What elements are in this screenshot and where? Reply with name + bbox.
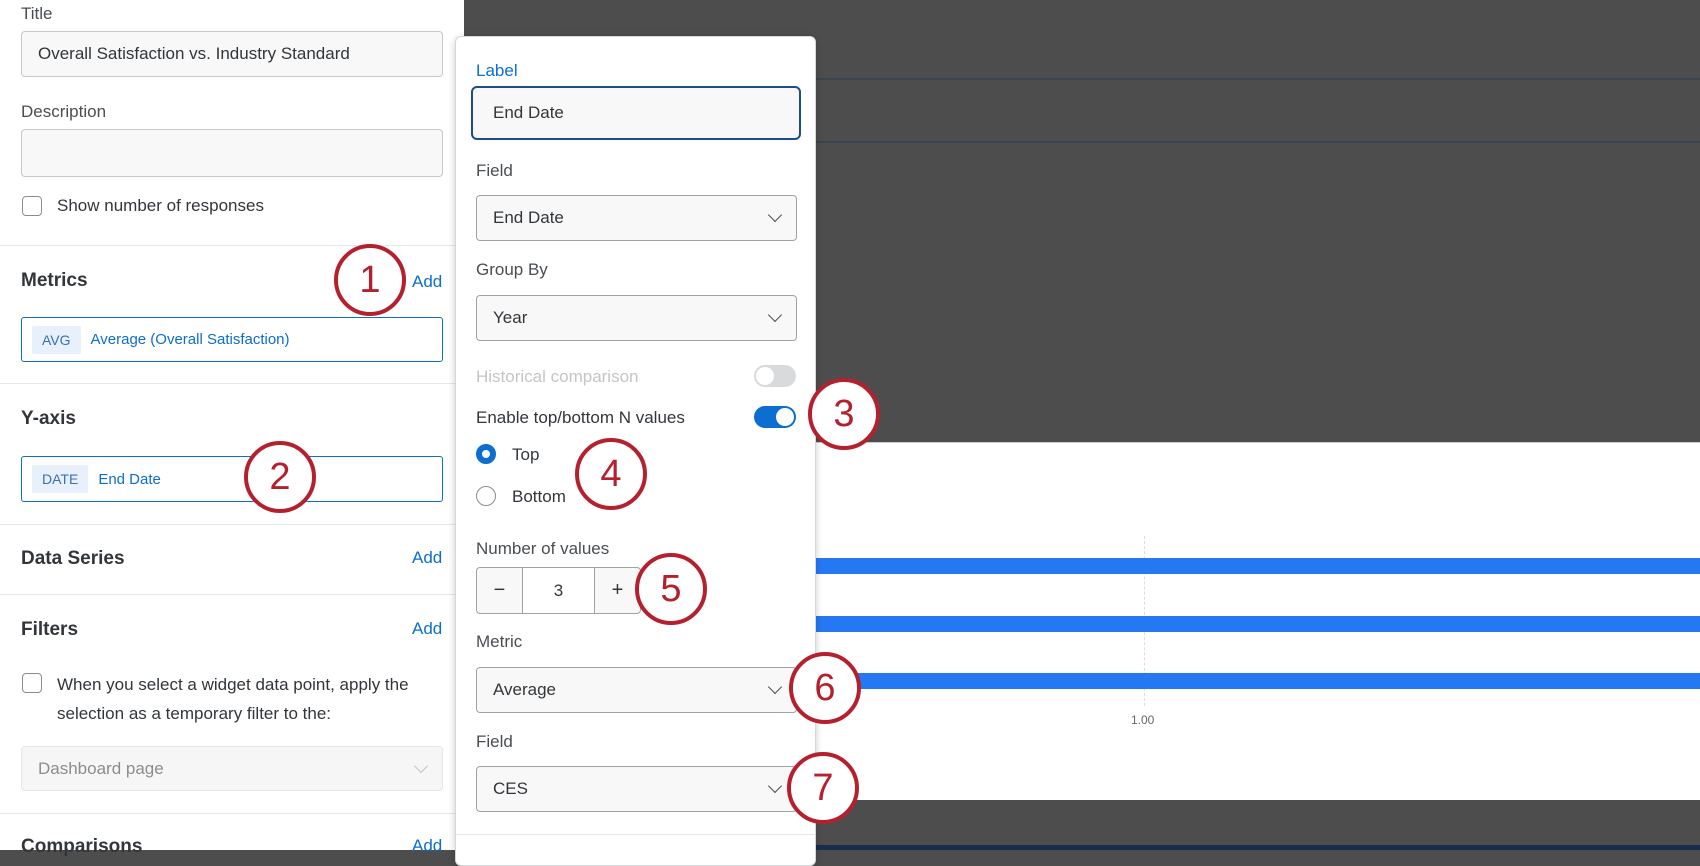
topn-toggle[interactable] (754, 406, 796, 428)
groupby-select[interactable]: Year (476, 295, 797, 341)
title-label: Title (21, 4, 53, 23)
metrics-add-link[interactable]: Add (412, 272, 442, 292)
chevron-down-icon (767, 778, 783, 794)
metric-value: Average (493, 680, 557, 699)
chevron-down-icon (413, 758, 429, 773)
groupby-label: Group By (476, 260, 548, 279)
comparisons-heading: Comparisons (21, 836, 143, 857)
show-responses-checkbox[interactable] (22, 196, 42, 216)
metric-field-value: CES (493, 779, 528, 798)
radio-top[interactable] (476, 444, 496, 464)
increment-button[interactable]: + (594, 568, 640, 613)
comparisons-add-link[interactable]: Add (412, 836, 442, 856)
description-textarea[interactable] (21, 129, 443, 177)
annotation-7: 7 (787, 752, 859, 824)
annotation-5: 5 (635, 553, 707, 625)
data-series-heading: Data Series (21, 548, 125, 569)
radio-bottom[interactable] (476, 486, 496, 506)
chevron-down-icon (767, 307, 783, 323)
historical-comparison-label: Historical comparison (476, 367, 639, 386)
chart-bar-1[interactable] (816, 558, 1700, 574)
field-label: Field (476, 161, 513, 180)
metrics-heading: Metrics (21, 270, 88, 291)
metric-name: Average (Overall Satisfaction) (90, 331, 290, 348)
description-label: Description (21, 102, 107, 121)
temporary-filter-checkbox[interactable] (22, 673, 42, 693)
field-select[interactable]: End Date (476, 195, 797, 241)
yaxis-heading: Y-axis (21, 408, 76, 429)
filters-add-link[interactable]: Add (412, 619, 442, 639)
annotation-2: 2 (244, 441, 316, 513)
metric-tag: AVG (32, 325, 81, 354)
metric-field-select[interactable]: CES (476, 766, 797, 812)
chevron-down-icon (767, 207, 783, 223)
temporary-filter-label: When you select a widget data point, app… (57, 670, 447, 728)
number-of-values-label: Number of values (476, 539, 610, 558)
metric-label: Metric (476, 632, 523, 651)
annotation-1: 1 (334, 244, 406, 316)
metric-pill[interactable]: AVG Average (Overall Satisfaction) (21, 317, 443, 362)
filters-heading: Filters (21, 619, 79, 640)
annotation-6: 6 (789, 652, 861, 724)
chart-bar-2[interactable] (816, 616, 1700, 632)
yaxis-pill[interactable]: DATE End Date (21, 456, 443, 502)
radio-bottom-label: Bottom (512, 487, 566, 506)
title-input[interactable]: Overall Satisfaction vs. Industry Standa… (21, 31, 443, 77)
yaxis-tag: DATE (32, 465, 89, 493)
groupby-value: Year (493, 308, 528, 327)
widget-settings-panel: Title Overall Satisfaction vs. Industry … (0, 0, 464, 857)
label-field-label: Label (476, 61, 518, 80)
number-of-values-stepper[interactable]: − 3 + (476, 567, 641, 614)
x-tick-label: 1.00 (1131, 713, 1155, 727)
data-series-add-link[interactable]: Add (412, 548, 442, 568)
label-input[interactable]: End Date (471, 86, 801, 140)
field-value: End Date (493, 208, 564, 227)
annotation-4: 4 (575, 438, 647, 510)
metric-field-label: Field (476, 732, 513, 751)
filter-target-value: Dashboard page (38, 758, 164, 778)
temporary-filter-line2: selection as a temporary filter to the: (57, 704, 332, 723)
chevron-down-icon (767, 679, 783, 695)
radio-top-label: Top (512, 445, 540, 464)
historical-comparison-toggle[interactable] (754, 365, 796, 387)
show-responses-label: Show number of responses (57, 196, 264, 215)
metric-select[interactable]: Average (476, 667, 797, 713)
chart-bar-3[interactable] (816, 673, 1700, 689)
filter-target-select[interactable]: Dashboard page (21, 746, 443, 791)
temporary-filter-line1: When you select a widget data point, app… (57, 675, 409, 694)
yaxis-name: End Date (98, 470, 161, 488)
decrement-button[interactable]: − (477, 568, 523, 613)
number-of-values-input[interactable]: 3 (523, 568, 594, 613)
topn-label: Enable top/bottom N values (476, 408, 685, 427)
popup-divider (456, 834, 815, 835)
annotation-3: 3 (808, 378, 880, 450)
